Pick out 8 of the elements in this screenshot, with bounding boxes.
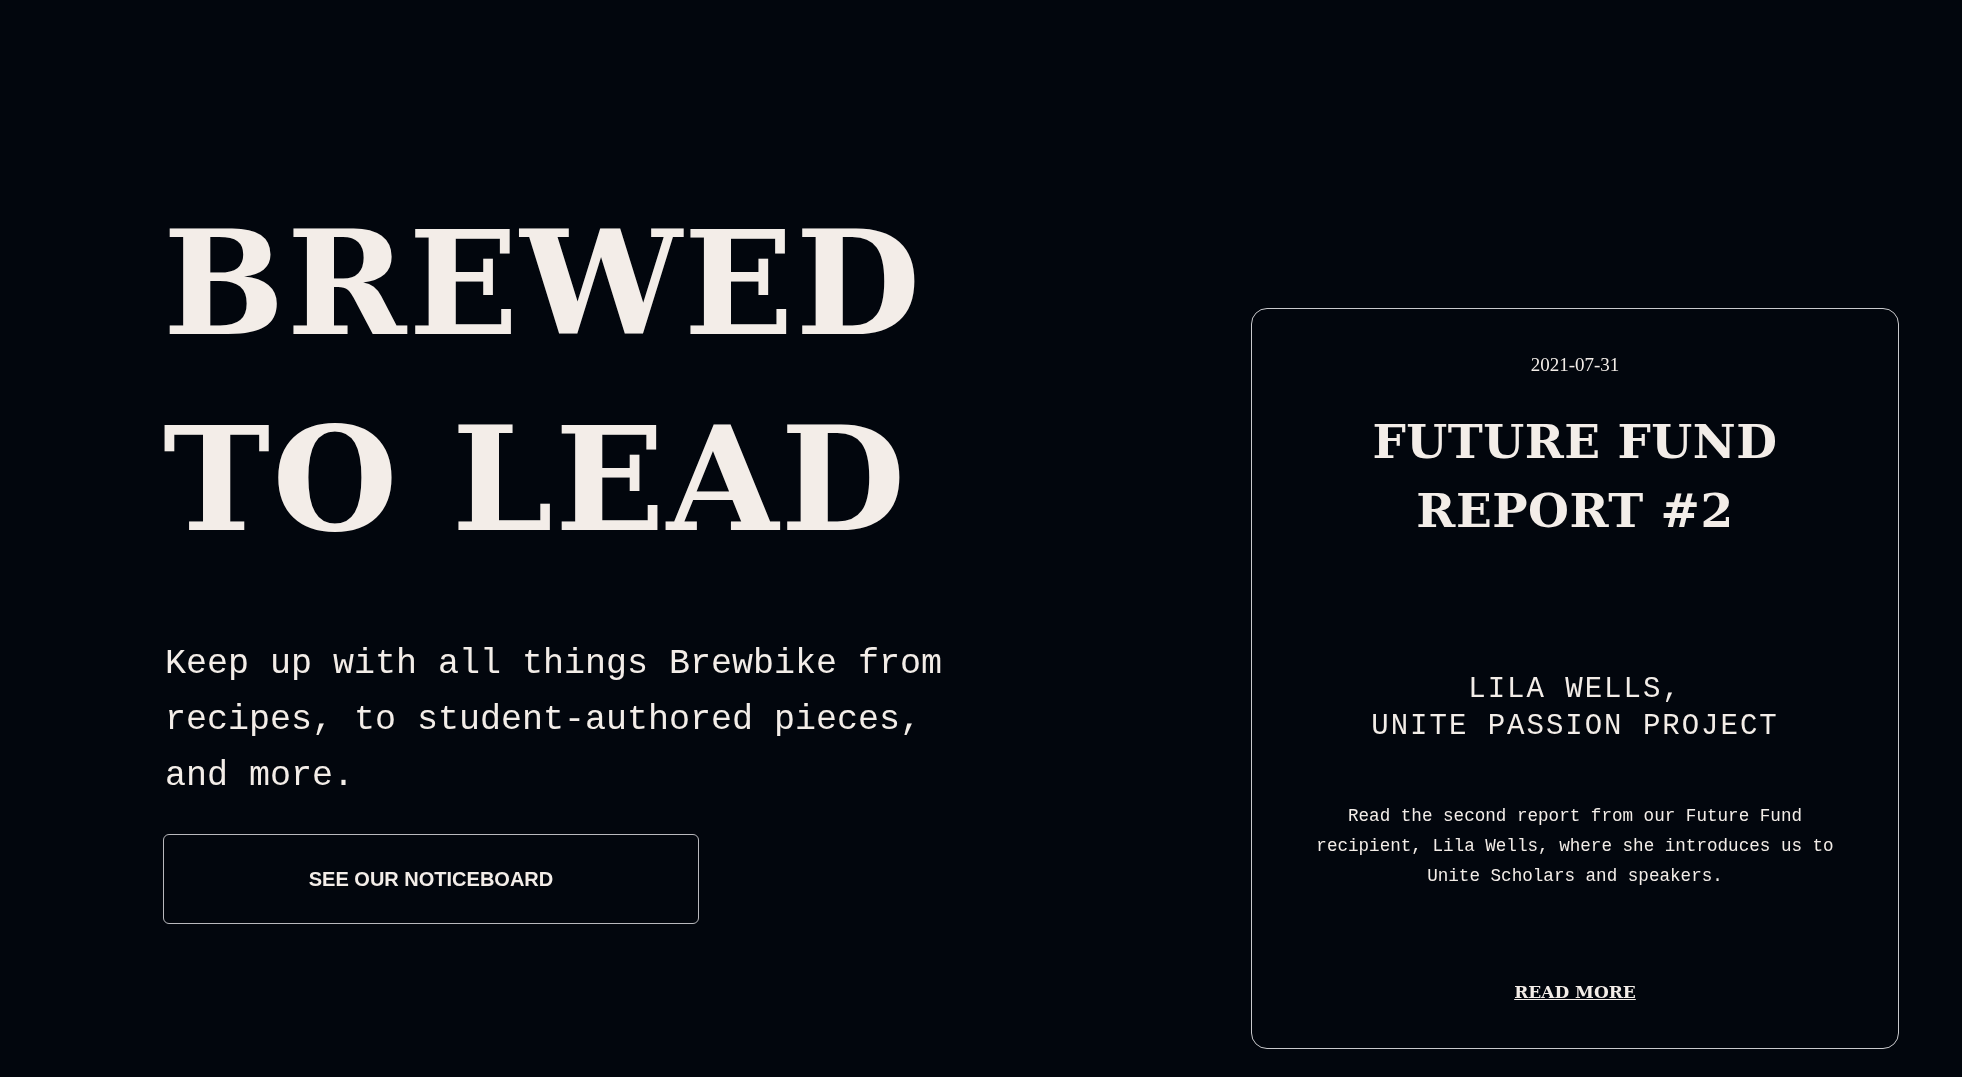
post-excerpt: Read the second report from our Future Fund recipient, Lila Wells, where she introduces us to Unite Scholars and speakers. [1315, 805, 1835, 888]
hero-intro-text: Keep up with all things Brewbike from recipes, to student-authored pieces, and more. [165, 643, 944, 798]
hero-headline: BREWED TO LEAD [163, 198, 924, 566]
read-more-link[interactable]: READ MORE [1514, 980, 1636, 1004]
post-author: LILA WELLS, UNITE PASSION PROJECT [1371, 672, 1779, 745]
post-title: FUTURE FUND REPORT #2 [1371, 413, 1779, 540]
noticeboard-button[interactable]: SEE OUR NOTICEBOARD [163, 834, 699, 924]
post-date: 2021-07-31 [1530, 353, 1620, 377]
